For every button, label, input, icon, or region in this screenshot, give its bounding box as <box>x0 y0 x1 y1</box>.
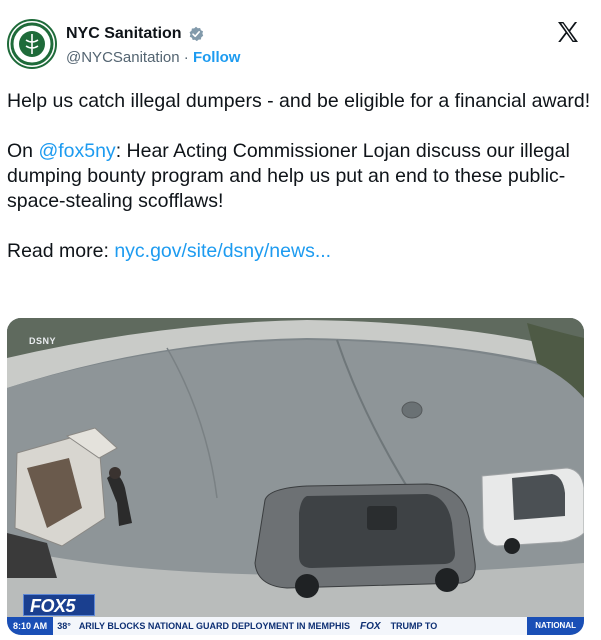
ticker-time: 8:10 AM <box>7 617 54 635</box>
ticker-next-headline: TRUMP TO <box>390 621 438 631</box>
tweet-body: Help us catch illegal dumpers - and be e… <box>7 89 592 264</box>
avatar[interactable] <box>7 19 57 69</box>
handle[interactable]: @NYCSanitation <box>66 49 180 66</box>
news-link[interactable]: nyc.gov/site/dsny/news... <box>114 240 331 262</box>
tweet-paragraph-3: Read more: nyc.gov/site/dsny/news... <box>7 239 592 264</box>
tweet-paragraph-2: On @fox5ny: Hear Acting Commissioner Loj… <box>7 139 592 214</box>
ticker-section: NATIONAL <box>527 617 584 635</box>
mention-link[interactable]: @fox5ny <box>38 140 115 162</box>
street-scene-image <box>7 318 584 618</box>
news-ticker: 8:10 AM 38° ARILY BLOCKS NATIONAL GUARD … <box>7 617 584 635</box>
handle-row: @NYCSanitation · Follow <box>66 49 240 66</box>
video-media[interactable]: DSNY FOX5 8:10 AM 38° ARILY BLOCKS NATIO… <box>7 318 584 635</box>
tweet-header: NYC Sanitation @NYCSanitation · Follow <box>0 0 601 80</box>
ticker-fox-logo: FOX <box>360 620 381 632</box>
nyc-sanitation-seal-icon <box>10 22 54 66</box>
dsny-watermark: DSNY <box>29 336 57 346</box>
tweet-text-prefix: On <box>7 140 39 162</box>
follow-button[interactable]: Follow <box>193 49 241 66</box>
x-logo-icon[interactable] <box>556 20 580 44</box>
ticker-temperature: 38° <box>57 621 71 631</box>
verified-badge-icon <box>188 26 204 42</box>
display-name[interactable]: NYC Sanitation <box>66 25 182 43</box>
handle-separator: · <box>179 49 193 66</box>
tweet-paragraph-1: Help us catch illegal dumpers - and be e… <box>7 90 591 112</box>
fox5-logo: FOX5 <box>23 594 95 616</box>
ticker-headline: ARILY BLOCKS NATIONAL GUARD DEPLOYMENT I… <box>78 621 350 631</box>
fox5-logo-text: FOX5 <box>30 596 76 616</box>
read-more-label: Read more: <box>7 240 115 262</box>
